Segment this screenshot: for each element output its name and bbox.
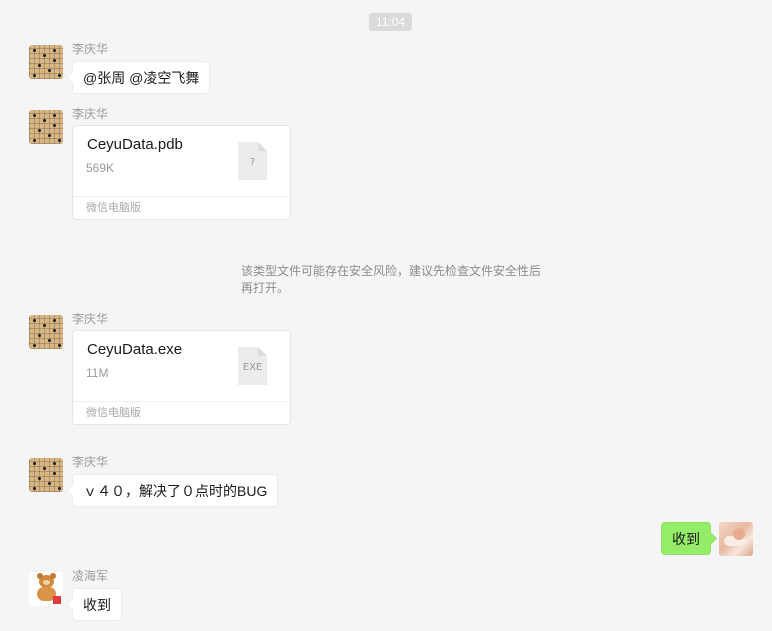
exe-file-icon: EXE xyxy=(237,346,268,386)
message-text: 收到 xyxy=(83,597,111,613)
message-bubble[interactable]: @张周 @凌空飞舞 xyxy=(72,61,211,94)
avatar[interactable] xyxy=(29,45,63,79)
message-timestamp: 11:04 xyxy=(369,13,412,31)
sender-name: 凌海军 xyxy=(72,569,109,583)
file-name: CeyuData.pdb xyxy=(87,136,183,153)
message-text: ｖ４０，解决了０点时的BUG xyxy=(83,483,268,499)
file-message-card[interactable]: CeyuData.exe 11M EXE 微信电脑版 xyxy=(72,330,291,425)
avatar[interactable] xyxy=(29,572,63,606)
avatar[interactable] xyxy=(29,110,63,144)
file-size: 569K xyxy=(86,161,115,175)
message-text: @张周 @凌空飞舞 xyxy=(83,70,200,86)
file-message-card[interactable]: CeyuData.pdb 569K ? 微信电脑版 xyxy=(72,125,291,220)
avatar[interactable] xyxy=(29,315,63,349)
sender-name: 李庆华 xyxy=(72,455,109,469)
file-size: 11M xyxy=(86,366,109,380)
sender-name: 李庆华 xyxy=(72,312,109,326)
own-avatar[interactable] xyxy=(719,522,753,556)
sender-name: 李庆华 xyxy=(72,107,109,121)
unknown-file-icon: ? xyxy=(237,141,268,181)
message-text: 收到 xyxy=(672,531,700,547)
file-source-label: 微信电脑版 xyxy=(73,196,290,219)
message-bubble[interactable]: 收到 xyxy=(72,588,122,621)
avatar[interactable] xyxy=(29,458,63,492)
own-message-bubble[interactable]: 收到 xyxy=(661,522,711,555)
file-name: CeyuData.exe xyxy=(87,341,183,358)
security-warning-note: 该类型文件可能存在安全风险，建议先检查文件安全性后再打开。 xyxy=(241,264,542,295)
sender-name: 李庆华 xyxy=(72,42,109,56)
file-source-label: 微信电脑版 xyxy=(73,401,290,424)
message-bubble[interactable]: ｖ４０，解决了０点时的BUG xyxy=(72,474,279,507)
